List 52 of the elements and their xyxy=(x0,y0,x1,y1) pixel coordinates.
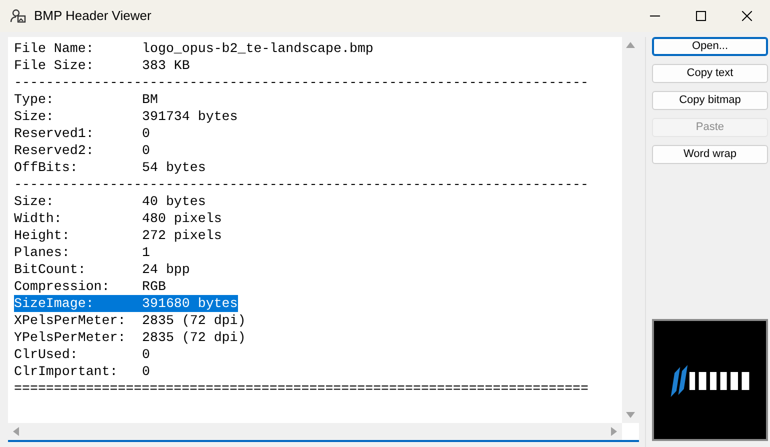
field-label: SizeImage: xyxy=(14,295,95,312)
field-value: 1 xyxy=(142,244,150,261)
separator-line: ======================================================================== xyxy=(14,380,589,397)
field-value: 0 xyxy=(142,363,150,380)
field-label: Compression: xyxy=(14,278,111,295)
field-value: 391680 bytes xyxy=(142,295,238,312)
scroll-right-icon[interactable] xyxy=(611,427,617,436)
field-value: 2835 (72 dpi) xyxy=(142,329,246,346)
field-label: Size: xyxy=(14,108,55,125)
action-button[interactable]: Word wrap xyxy=(652,145,768,164)
field-label: Size: xyxy=(14,193,55,210)
action-button[interactable]: Copy bitmap xyxy=(652,91,768,110)
field-label: File Name: xyxy=(14,40,95,57)
field-value: 272 pixels xyxy=(142,227,222,244)
field-label: XPelsPerMeter: xyxy=(14,312,127,329)
field-value: 24 bpp xyxy=(142,261,190,278)
close-icon xyxy=(742,11,752,21)
field-value: 383 KB xyxy=(142,57,190,74)
field-label: Planes: xyxy=(14,244,71,261)
field-label: BitCount: xyxy=(14,261,87,278)
field-label: Reserved1: xyxy=(14,125,95,142)
field-value: 391734 bytes xyxy=(142,108,238,125)
field-value: 54 bytes xyxy=(142,159,206,176)
field-label: Height: xyxy=(14,227,71,244)
field-value: logo_opus-b2_te-landscape.bmp xyxy=(142,40,374,57)
field-label: Reserved2: xyxy=(14,142,95,159)
field-label: ClrUsed: xyxy=(14,346,79,363)
action-button[interactable]: Open... xyxy=(652,37,768,56)
field-value: 0 xyxy=(142,346,150,363)
field-value: BM xyxy=(142,91,158,108)
field-value: 0 xyxy=(142,142,150,159)
action-button[interactable]: Copy text xyxy=(652,64,768,83)
field-label: Type: xyxy=(14,91,55,108)
field-value: 2835 (72 dpi) xyxy=(142,312,246,329)
window-title: BMP Header Viewer xyxy=(34,7,152,26)
field-label: YPelsPerMeter: xyxy=(14,329,127,346)
horizontal-scrollbar[interactable] xyxy=(8,423,622,440)
maximize-icon xyxy=(696,11,706,21)
scroll-down-icon[interactable] xyxy=(626,412,635,418)
separator-line: ------------------------------------------------------------------------ xyxy=(14,74,589,91)
scroll-up-icon[interactable] xyxy=(626,42,635,48)
field-label: Width: xyxy=(14,210,63,227)
field-label: ClrImportant: xyxy=(14,363,119,380)
field-value: 40 bytes xyxy=(142,193,206,210)
field-value: RGB xyxy=(142,278,166,295)
field-value: 0 xyxy=(142,125,150,142)
separator-line: ------------------------------------------------------------------------ xyxy=(14,176,589,193)
field-label: File Size: xyxy=(14,57,95,74)
field-label: OffBits: xyxy=(14,159,79,176)
scroll-left-icon[interactable] xyxy=(13,427,19,436)
field-value: 480 pixels xyxy=(142,210,222,227)
app-icon xyxy=(10,8,26,24)
